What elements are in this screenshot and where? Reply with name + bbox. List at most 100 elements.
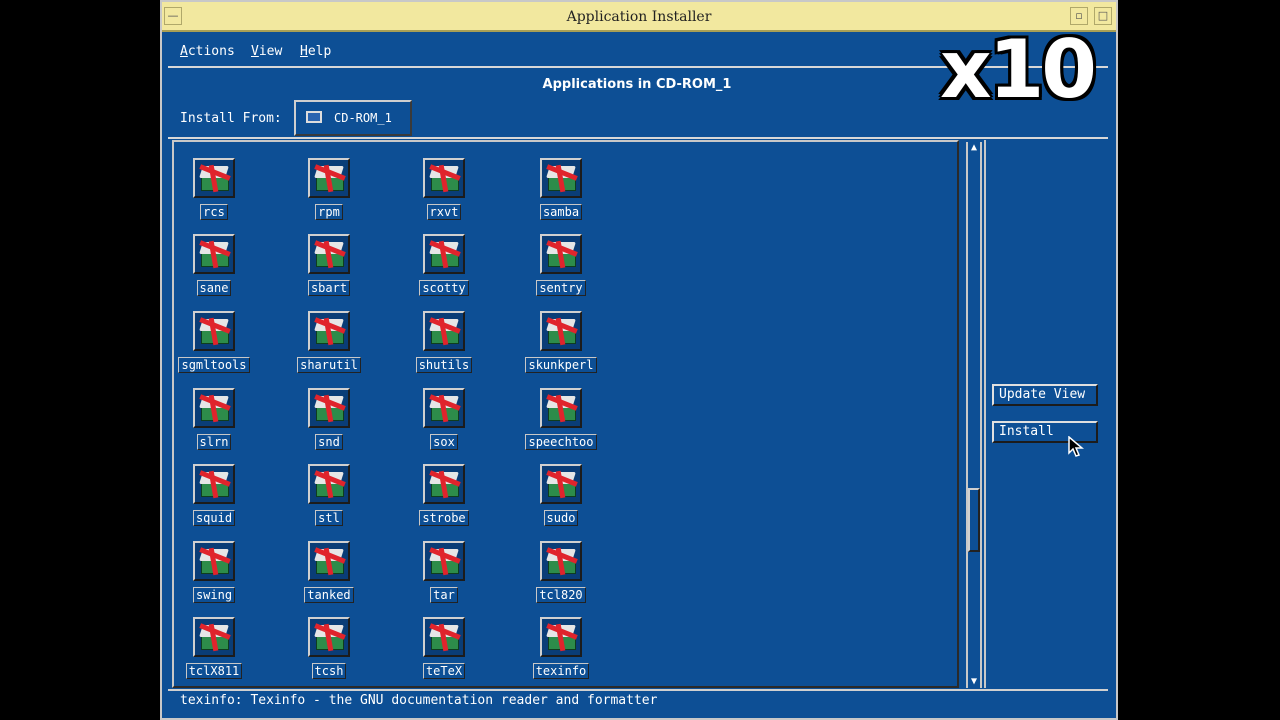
package-icon[interactable] xyxy=(308,158,350,198)
app-label[interactable]: tanked xyxy=(269,584,389,603)
app-name: tanked xyxy=(304,587,354,603)
app-tile[interactable]: sentry xyxy=(501,234,621,300)
app-label[interactable]: slrn xyxy=(154,431,274,450)
app-name: shutils xyxy=(415,357,473,373)
app-label[interactable]: swing xyxy=(154,584,274,603)
app-tile[interactable]: sox xyxy=(384,388,504,454)
app-tile[interactable]: tclX811 xyxy=(154,617,274,683)
package-icon[interactable] xyxy=(540,388,582,428)
app-tile[interactable]: speechtoo xyxy=(501,388,621,454)
app-tile[interactable]: texinfo xyxy=(501,617,621,683)
app-label[interactable]: sbart xyxy=(269,277,389,296)
app-tile[interactable]: snd xyxy=(269,388,389,454)
app-label[interactable]: tcsh xyxy=(269,660,389,679)
package-icon[interactable] xyxy=(308,388,350,428)
app-label[interactable]: sentry xyxy=(501,277,621,296)
app-tile[interactable]: tanked xyxy=(269,541,389,607)
package-icon[interactable] xyxy=(540,617,582,657)
app-label[interactable]: stl xyxy=(269,507,389,526)
package-icon[interactable] xyxy=(423,617,465,657)
package-icon[interactable] xyxy=(193,541,235,581)
package-icon[interactable] xyxy=(308,617,350,657)
package-icon[interactable] xyxy=(193,311,235,351)
package-icon[interactable] xyxy=(540,464,582,504)
app-label[interactable]: snd xyxy=(269,431,389,450)
package-icon[interactable] xyxy=(540,541,582,581)
app-label[interactable]: rpm xyxy=(269,201,389,220)
app-label[interactable]: shutils xyxy=(384,354,504,373)
scroll-up-arrow-icon[interactable]: ▲ xyxy=(968,142,980,154)
app-name: sentry xyxy=(536,280,586,296)
app-tile[interactable]: swing xyxy=(154,541,274,607)
app-tile[interactable]: sane xyxy=(154,234,274,300)
app-label[interactable]: sharutil xyxy=(269,354,389,373)
package-icon[interactable] xyxy=(308,541,350,581)
app-label[interactable]: sane xyxy=(154,277,274,296)
menu-actions[interactable]: Actions xyxy=(180,44,235,59)
package-icon[interactable] xyxy=(308,311,350,351)
app-label[interactable]: tar xyxy=(384,584,504,603)
app-tile[interactable]: sudo xyxy=(501,464,621,530)
package-icon[interactable] xyxy=(193,388,235,428)
app-name: sharutil xyxy=(297,357,361,373)
package-icon[interactable] xyxy=(193,234,235,274)
menu-view-mnemonic: V xyxy=(251,44,259,59)
maximize-icon[interactable]: □ xyxy=(1094,7,1112,25)
scroll-thumb[interactable] xyxy=(968,488,980,552)
menu-help[interactable]: Help xyxy=(300,44,331,59)
package-icon[interactable] xyxy=(540,311,582,351)
package-icon[interactable] xyxy=(193,464,235,504)
app-tile[interactable]: strobe xyxy=(384,464,504,530)
package-icon[interactable] xyxy=(193,158,235,198)
app-tile[interactable]: rcs xyxy=(154,158,274,224)
vertical-scrollbar[interactable]: ▲ ▼ xyxy=(966,142,982,688)
app-tile[interactable]: squid xyxy=(154,464,274,530)
app-tile[interactable]: skunkperl xyxy=(501,311,621,377)
app-tile[interactable]: sharutil xyxy=(269,311,389,377)
app-tile[interactable]: rpm xyxy=(269,158,389,224)
app-tile[interactable]: sgmltools xyxy=(154,311,274,377)
package-icon[interactable] xyxy=(423,464,465,504)
scroll-down-arrow-icon[interactable]: ▼ xyxy=(968,676,980,688)
app-label[interactable]: squid xyxy=(154,507,274,526)
package-icon[interactable] xyxy=(423,234,465,274)
package-icon[interactable] xyxy=(423,541,465,581)
app-label[interactable]: samba xyxy=(501,201,621,220)
app-tile[interactable]: stl xyxy=(269,464,389,530)
install-source-button[interactable]: CD-ROM_1 xyxy=(294,100,412,136)
package-icon[interactable] xyxy=(423,311,465,351)
update-view-button[interactable]: Update View xyxy=(992,384,1098,406)
app-tile[interactable]: sbart xyxy=(269,234,389,300)
app-label[interactable]: teTeX xyxy=(384,660,504,679)
app-tile[interactable]: teTeX xyxy=(384,617,504,683)
package-icon[interactable] xyxy=(540,158,582,198)
app-tile[interactable]: slrn xyxy=(154,388,274,454)
app-label[interactable]: sgmltools xyxy=(154,354,274,373)
app-label[interactable]: sox xyxy=(384,431,504,450)
app-label[interactable]: rxvt xyxy=(384,201,504,220)
app-label[interactable]: skunkperl xyxy=(501,354,621,373)
app-label[interactable]: rcs xyxy=(154,201,274,220)
app-tile[interactable]: tcl820 xyxy=(501,541,621,607)
app-tile[interactable]: tcsh xyxy=(269,617,389,683)
app-tile[interactable]: scotty xyxy=(384,234,504,300)
package-icon[interactable] xyxy=(423,158,465,198)
package-icon[interactable] xyxy=(308,464,350,504)
app-tile[interactable]: rxvt xyxy=(384,158,504,224)
package-icon[interactable] xyxy=(193,617,235,657)
app-tile[interactable]: shutils xyxy=(384,311,504,377)
app-label[interactable]: sudo xyxy=(501,507,621,526)
app-label[interactable]: tcl820 xyxy=(501,584,621,603)
menu-actions-mnemonic: A xyxy=(180,44,188,59)
package-icon[interactable] xyxy=(540,234,582,274)
menu-view[interactable]: View xyxy=(251,44,282,59)
package-icon[interactable] xyxy=(423,388,465,428)
app-label[interactable]: texinfo xyxy=(501,660,621,679)
package-icon[interactable] xyxy=(308,234,350,274)
app-label[interactable]: speechtoo xyxy=(501,431,621,450)
app-label[interactable]: strobe xyxy=(384,507,504,526)
app-tile[interactable]: samba xyxy=(501,158,621,224)
app-label[interactable]: tclX811 xyxy=(154,660,274,679)
app-tile[interactable]: tar xyxy=(384,541,504,607)
app-label[interactable]: scotty xyxy=(384,277,504,296)
